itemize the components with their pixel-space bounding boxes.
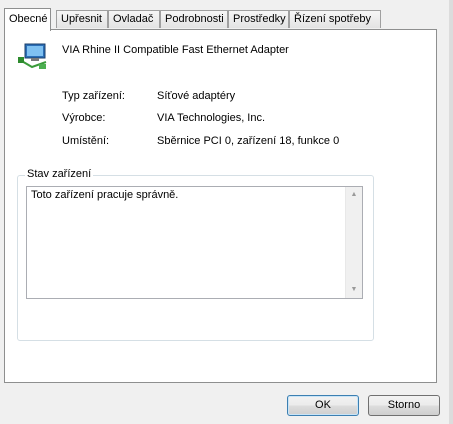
vendor-value: VIA Technologies, Inc. (157, 112, 266, 124)
scroll-down-icon[interactable]: ▼ (346, 282, 362, 298)
status-scrollbar[interactable]: ▲ ▼ (345, 187, 362, 298)
tab-resources[interactable]: Prostředky (228, 10, 289, 28)
ok-button[interactable]: OK (287, 395, 359, 416)
device-type-value: Síťové adaptéry (157, 90, 236, 102)
device-status-text: Toto zařízení pracuje správně. (31, 189, 179, 201)
device-type-label: Typ zařízení: (62, 90, 125, 102)
tab-advanced[interactable]: Upřesnit (56, 10, 108, 28)
window-edge (449, 0, 453, 424)
scroll-up-icon[interactable]: ▲ (346, 187, 362, 203)
tab-power-management[interactable]: Řízení spotřeby (289, 10, 381, 28)
device-status-title: Stav zařízení (25, 168, 94, 181)
vendor-label: Výrobce: (62, 112, 106, 124)
location-value: Sběrnice PCI 0, zařízení 18, funkce 0 (157, 135, 340, 147)
tab-details[interactable]: Podrobnosti (160, 10, 228, 28)
cancel-button[interactable]: Storno (368, 395, 440, 416)
network-adapter-icon (18, 43, 47, 69)
tab-general[interactable]: Obecné (4, 8, 51, 31)
tab-driver[interactable]: Ovladač (108, 10, 160, 28)
device-name: VIA Rhine II Compatible Fast Ethernet Ad… (62, 44, 289, 56)
location-label: Umístění: (62, 135, 110, 147)
device-status-textbox[interactable]: Toto zařízení pracuje správně. ▲ ▼ (26, 186, 363, 299)
